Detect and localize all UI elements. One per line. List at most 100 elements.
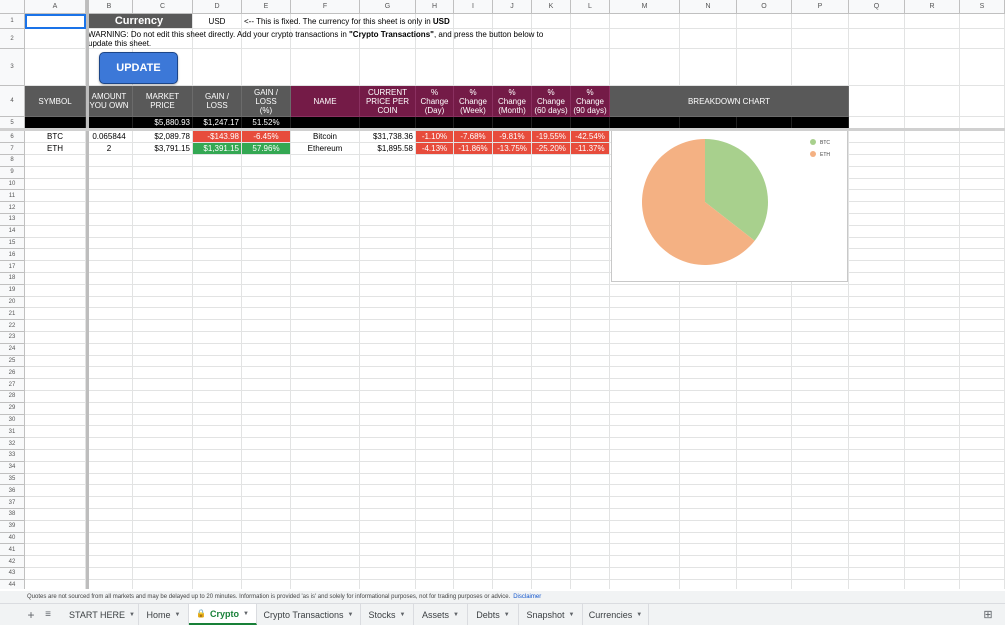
cell[interactable] (193, 450, 242, 462)
cell[interactable] (291, 225, 360, 238)
cell[interactable] (849, 190, 905, 203)
column-header-j[interactable]: J (493, 0, 532, 14)
cell[interactable] (133, 166, 193, 179)
cell[interactable] (242, 343, 291, 356)
cell[interactable] (454, 202, 493, 214)
cell[interactable] (493, 544, 532, 557)
cell[interactable] (454, 178, 493, 191)
cell[interactable] (849, 520, 905, 533)
cell[interactable] (193, 379, 242, 391)
cell[interactable] (905, 544, 960, 557)
cell[interactable] (680, 343, 737, 356)
cell-name[interactable]: Ethereum (291, 143, 360, 155)
cell[interactable] (493, 237, 532, 250)
cell[interactable] (133, 284, 193, 297)
cell[interactable] (960, 320, 1005, 332)
cell[interactable] (86, 426, 133, 439)
cell[interactable] (960, 190, 1005, 203)
cell[interactable] (86, 237, 133, 250)
cell[interactable] (416, 214, 454, 226)
cell[interactable] (610, 355, 680, 368)
cell[interactable] (849, 579, 905, 589)
cell[interactable] (454, 497, 493, 509)
cell[interactable] (792, 29, 849, 49)
cell[interactable] (493, 332, 532, 344)
cell[interactable] (905, 520, 960, 533)
cell[interactable] (571, 320, 610, 332)
cell[interactable] (960, 461, 1005, 474)
tab-start-here[interactable]: START HERE ▼ (66, 604, 139, 625)
cell[interactable] (454, 426, 493, 439)
cell[interactable] (242, 320, 291, 332)
cell[interactable] (242, 284, 291, 297)
cell[interactable] (960, 367, 1005, 380)
cell[interactable] (849, 509, 905, 521)
cell[interactable] (454, 237, 493, 250)
cell[interactable] (242, 225, 291, 238)
cell-day[interactable]: -1.10% (416, 131, 454, 143)
cell[interactable] (680, 320, 737, 332)
cell[interactable] (25, 485, 86, 498)
cell-amount[interactable]: 2 (86, 143, 133, 155)
cell[interactable] (133, 532, 193, 545)
cell[interactable] (737, 544, 792, 557)
cell[interactable] (416, 284, 454, 297)
disclaimer-link[interactable]: Disclaimer (513, 594, 541, 600)
cell[interactable] (454, 355, 493, 368)
cell[interactable] (493, 202, 532, 214)
chevron-down-icon[interactable]: ▼ (453, 612, 459, 618)
cell[interactable] (680, 308, 737, 321)
cell[interactable] (242, 556, 291, 568)
cell[interactable] (193, 155, 242, 167)
cell[interactable] (416, 402, 454, 415)
column-header-m[interactable]: M (610, 0, 680, 14)
cell[interactable] (360, 556, 416, 568)
cell-week[interactable]: -7.68% (454, 131, 493, 143)
cell[interactable] (360, 450, 416, 462)
row-header-41[interactable]: 41 (0, 544, 25, 557)
cell[interactable] (86, 225, 133, 238)
cell[interactable] (360, 261, 416, 273)
cell[interactable] (737, 320, 792, 332)
cell[interactable] (849, 308, 905, 321)
cell[interactable] (133, 379, 193, 391)
cell[interactable] (737, 367, 792, 380)
cell[interactable] (133, 320, 193, 332)
cell[interactable] (25, 568, 86, 580)
cell[interactable] (291, 214, 360, 226)
cell[interactable] (416, 225, 454, 238)
cell[interactable] (493, 438, 532, 450)
column-header-o[interactable]: O (737, 0, 792, 14)
chevron-down-icon[interactable]: ▼ (243, 611, 249, 617)
cell[interactable] (905, 29, 960, 49)
cell[interactable] (133, 367, 193, 380)
cell[interactable] (360, 497, 416, 509)
cell[interactable] (849, 261, 905, 273)
cell[interactable] (680, 402, 737, 415)
cell[interactable] (532, 284, 571, 297)
cell[interactable] (133, 261, 193, 273)
cell[interactable] (291, 379, 360, 391)
cell[interactable] (849, 29, 905, 49)
cell[interactable] (193, 520, 242, 533)
cell[interactable] (242, 450, 291, 462)
cell[interactable] (416, 320, 454, 332)
cell[interactable] (360, 402, 416, 415)
cell[interactable] (25, 473, 86, 486)
row-header-36[interactable]: 36 (0, 485, 25, 498)
cell[interactable] (610, 391, 680, 403)
cell[interactable] (25, 532, 86, 545)
row-header-15[interactable]: 15 (0, 237, 25, 250)
cell[interactable] (905, 532, 960, 545)
chevron-down-icon[interactable]: ▼ (636, 612, 642, 618)
cell-gain-loss[interactable]: -$143.98 (193, 131, 242, 143)
cell[interactable] (360, 343, 416, 356)
cell[interactable] (454, 544, 493, 557)
cell[interactable] (792, 284, 849, 297)
cell[interactable] (454, 402, 493, 415)
cell[interactable] (133, 568, 193, 580)
row-header-19[interactable]: 19 (0, 284, 25, 297)
cell[interactable] (360, 544, 416, 557)
cell[interactable] (360, 473, 416, 486)
chevron-down-icon[interactable]: ▼ (569, 612, 575, 618)
